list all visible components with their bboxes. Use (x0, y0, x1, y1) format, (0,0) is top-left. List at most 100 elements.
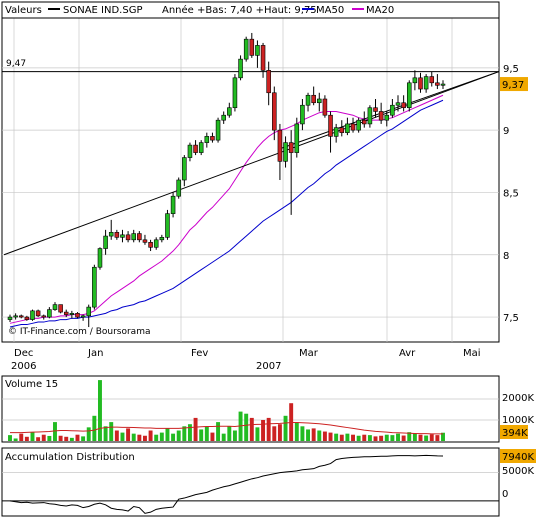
candle-body (75, 313, 80, 318)
candle-body (406, 82, 412, 109)
volume-bar (345, 433, 350, 441)
candle-body (378, 111, 384, 121)
volume-bar (142, 435, 147, 441)
volume-bar (244, 413, 249, 441)
volume-bar (103, 426, 108, 441)
ad-y-tick: 5000K (502, 466, 534, 477)
candle-body (148, 242, 153, 248)
volume-bar (277, 424, 282, 441)
candle-body (423, 76, 429, 90)
candle-body (30, 310, 35, 320)
volume-bar (204, 426, 209, 441)
volume-bar (137, 434, 142, 441)
volume-y-tick: 1000K (502, 415, 534, 426)
candle-body (187, 144, 193, 158)
candle-body (288, 142, 294, 153)
candle-body (367, 107, 373, 125)
candle-body (204, 136, 210, 143)
candle-body (170, 195, 176, 214)
candle-body (294, 123, 300, 153)
volume-bar (148, 430, 153, 441)
volume-bar (187, 424, 192, 441)
candle-body (108, 232, 114, 237)
candle-body (69, 313, 75, 315)
candle-body (125, 234, 131, 241)
candle-body (176, 179, 181, 197)
volume-bar (367, 435, 372, 441)
candle-body (63, 311, 69, 315)
volume-bar (362, 434, 367, 441)
volume-bar (81, 436, 86, 441)
volume-bar (13, 438, 18, 441)
candle-body (142, 239, 148, 243)
volume-bar (165, 428, 170, 441)
volume-bar (221, 433, 226, 441)
candle-body (41, 315, 47, 318)
candle-body (429, 76, 435, 84)
volume-title: Volume 15 (5, 379, 58, 390)
volume-bar (373, 436, 378, 441)
candle-body (18, 315, 24, 318)
candle-body (243, 38, 249, 60)
volume-bar (216, 422, 221, 441)
volume-bar (69, 437, 74, 441)
volume-bar (114, 430, 119, 441)
candle-body (120, 234, 125, 238)
volume-bar (396, 433, 400, 441)
volume-bar (412, 433, 417, 441)
candle-body (47, 309, 52, 318)
volume-bar (306, 429, 311, 441)
candle-body (305, 94, 311, 106)
year-label-2006: 2006 (11, 361, 36, 372)
candle-body (260, 45, 266, 71)
volume-bar (227, 426, 232, 441)
legend-symbol: SONAE IND.SGP (63, 5, 142, 16)
candle-body (24, 316, 30, 320)
candle-body (322, 98, 328, 116)
volume-bar (418, 434, 423, 441)
volume-bar (19, 433, 24, 441)
volume-bar (322, 431, 327, 441)
volume-bar (47, 435, 52, 441)
candle-body (390, 104, 395, 116)
candle-body (97, 248, 103, 268)
candle-body (384, 114, 390, 121)
candle-body (328, 114, 333, 137)
candle-body (58, 304, 63, 313)
y-tick-label: 8 (503, 251, 509, 262)
ad-y-tick: 0 (502, 489, 508, 500)
volume-bar (58, 435, 63, 441)
legend-symbol-swatch (48, 8, 60, 10)
candle-body (345, 123, 350, 133)
x-tick-jan: Jan (87, 348, 103, 359)
candle-body (182, 157, 187, 181)
candle-body (153, 239, 159, 248)
candle-body (221, 114, 226, 121)
volume-bar (435, 435, 440, 441)
x-tick-mai: Mai (463, 348, 481, 359)
candle-body (80, 315, 86, 318)
volume-bar (317, 430, 322, 441)
volume-bar (193, 417, 198, 441)
y-tick-label: 7,5 (503, 313, 519, 324)
candle-body (255, 45, 260, 56)
candle-body (52, 304, 58, 310)
chart-canvas: Valeurs SONAE IND.SGP Année +Bas: 7,40 +… (1, 1, 536, 517)
volume-bar (30, 432, 35, 441)
volume-bar (424, 435, 429, 441)
volume-bar (311, 428, 316, 441)
candle-body (210, 136, 215, 141)
volume-last-label: 394K (502, 428, 528, 439)
candle-body (362, 119, 367, 125)
volume-bar (294, 422, 299, 441)
candle-body (114, 232, 120, 238)
volume-bar (390, 435, 395, 441)
volume-bar (159, 432, 164, 441)
legend-prefix: Valeurs (5, 5, 42, 16)
volume-bar (36, 437, 41, 441)
y-tick-label: 9 (503, 126, 509, 137)
legend-ma20-swatch (352, 8, 364, 10)
x-tick-dec: Dec (14, 348, 33, 359)
volume-bar (176, 430, 181, 441)
volume-bar (64, 436, 69, 441)
